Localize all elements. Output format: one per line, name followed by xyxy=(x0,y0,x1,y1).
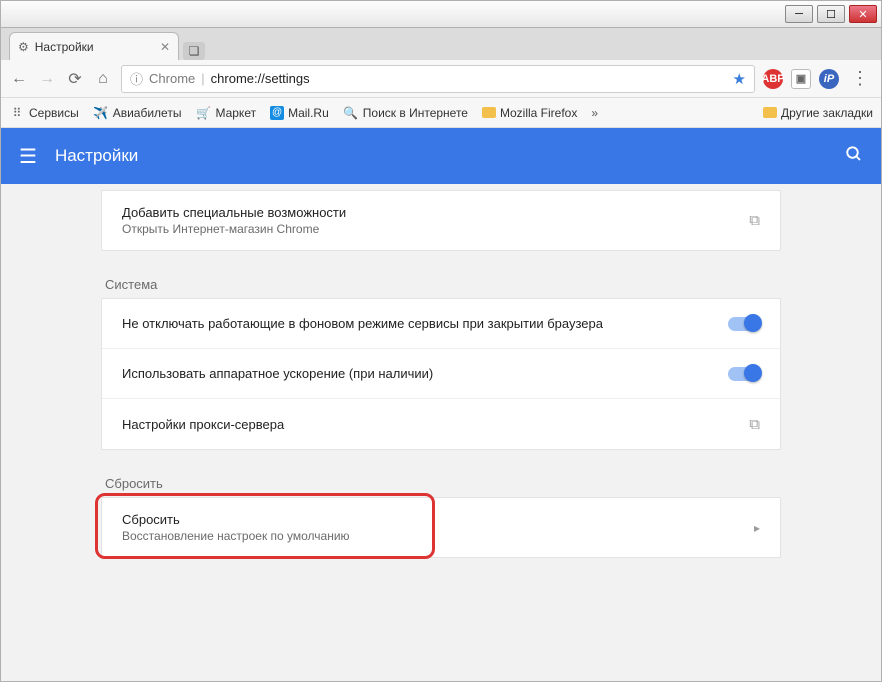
forward-button[interactable]: → xyxy=(37,70,57,88)
proxy-row[interactable]: Настройки прокси-сервера ⧉ xyxy=(102,399,780,449)
reset-card: Сбросить Восстановление настроек по умол… xyxy=(101,497,781,558)
accessibility-title: Добавить специальные возможности xyxy=(122,205,749,220)
tab-settings[interactable]: ⚙ Настройки ✕ xyxy=(9,32,179,60)
info-icon: ⓘ xyxy=(130,69,143,88)
accessibility-subtitle: Открыть Интернет-магазин Chrome xyxy=(122,222,749,236)
external-link-icon: ⧉ xyxy=(749,212,760,229)
reset-title: Сбросить xyxy=(122,512,754,527)
tab-close-icon[interactable]: ✕ xyxy=(160,40,170,54)
menu-icon[interactable]: ☰ xyxy=(19,144,37,169)
home-button[interactable]: ⌂ xyxy=(93,70,113,88)
bookmarks-overflow-button[interactable]: » xyxy=(591,106,598,120)
search-bookmark-icon: 🔍 xyxy=(343,105,359,121)
bookmark-market[interactable]: 🛒 Маркет xyxy=(195,105,256,121)
back-button[interactable]: ← xyxy=(9,70,29,88)
accessibility-card: Добавить специальные возможности Открыть… xyxy=(101,190,781,251)
browser-menu-button[interactable]: ⋮ xyxy=(847,68,873,89)
settings-header: ☰ Настройки xyxy=(1,128,881,184)
background-apps-row[interactable]: Не отключать работающие в фоновом режиме… xyxy=(102,299,780,349)
bookmark-search[interactable]: 🔍 Поиск в Интернете xyxy=(343,105,468,121)
system-heading: Система xyxy=(105,277,781,292)
plane-icon: ✈️ xyxy=(93,105,109,121)
toolbar: ← → ⟳ ⌂ ⓘ Chrome | chrome://settings ★ A… xyxy=(1,60,881,98)
other-bookmarks-button[interactable]: Другие закладки xyxy=(763,106,873,120)
url-text: chrome://settings xyxy=(211,71,310,86)
background-apps-label: Не отключать работающие в фоновом режиме… xyxy=(122,316,728,331)
bookmark-mailru[interactable]: @ Mail.Ru xyxy=(270,106,329,120)
mailru-icon: @ xyxy=(270,106,284,120)
search-icon[interactable] xyxy=(845,145,863,168)
page-title: Настройки xyxy=(55,146,138,166)
accessibility-row[interactable]: Добавить специальные возможности Открыть… xyxy=(102,191,780,250)
cart-icon: 🛒 xyxy=(195,105,211,121)
bookmark-star-icon[interactable]: ★ xyxy=(733,70,746,88)
extension-adblock-icon[interactable]: ABP xyxy=(763,69,783,89)
bookmarks-bar: ⠿ Сервисы ✈️ Авиабилеты 🛒 Маркет @ Mail.… xyxy=(1,98,881,128)
proxy-label: Настройки прокси-сервера xyxy=(122,417,749,432)
reload-button[interactable]: ⟳ xyxy=(65,69,85,89)
apps-icon: ⠿ xyxy=(9,105,25,121)
bookmark-services[interactable]: ⠿ Сервисы xyxy=(9,105,79,121)
protocol-label: Chrome xyxy=(149,71,195,86)
tab-strip: ⚙ Настройки ✕ ❏ xyxy=(1,28,881,60)
address-bar[interactable]: ⓘ Chrome | chrome://settings ★ xyxy=(121,65,755,93)
gear-icon: ⚙ xyxy=(18,40,29,54)
system-card: Не отключать работающие в фоновом режиме… xyxy=(101,298,781,450)
window-maximize-button[interactable]: ☐ xyxy=(817,5,845,23)
reset-heading: Сбросить xyxy=(105,476,781,491)
hardware-accel-row[interactable]: Использовать аппаратное ускорение (при н… xyxy=(102,349,780,399)
extension-ip-icon[interactable]: iP xyxy=(819,69,839,89)
settings-scroll-area[interactable]: Добавить специальные возможности Открыть… xyxy=(1,184,881,681)
reset-subtitle: Восстановление настроек по умолчанию xyxy=(122,529,754,543)
background-apps-toggle[interactable] xyxy=(728,317,760,331)
hardware-accel-label: Использовать аппаратное ускорение (при н… xyxy=(122,366,728,381)
folder-icon xyxy=(482,107,496,118)
window-close-button[interactable]: ✕ xyxy=(849,5,877,23)
folder-icon xyxy=(763,107,777,118)
chevron-right-icon: ▸ xyxy=(754,521,760,535)
extension-cast-icon[interactable]: ▣ xyxy=(791,69,811,89)
hardware-accel-toggle[interactable] xyxy=(728,367,760,381)
tab-title: Настройки xyxy=(35,40,94,54)
window-minimize-button[interactable]: ─ xyxy=(785,5,813,23)
bookmark-mozilla[interactable]: Mozilla Firefox xyxy=(482,106,577,120)
reset-row[interactable]: Сбросить Восстановление настроек по умол… xyxy=(102,498,780,557)
bookmark-avia[interactable]: ✈️ Авиабилеты xyxy=(93,105,182,121)
new-tab-button[interactable]: ❏ xyxy=(183,42,205,60)
external-link-icon: ⧉ xyxy=(749,416,760,433)
